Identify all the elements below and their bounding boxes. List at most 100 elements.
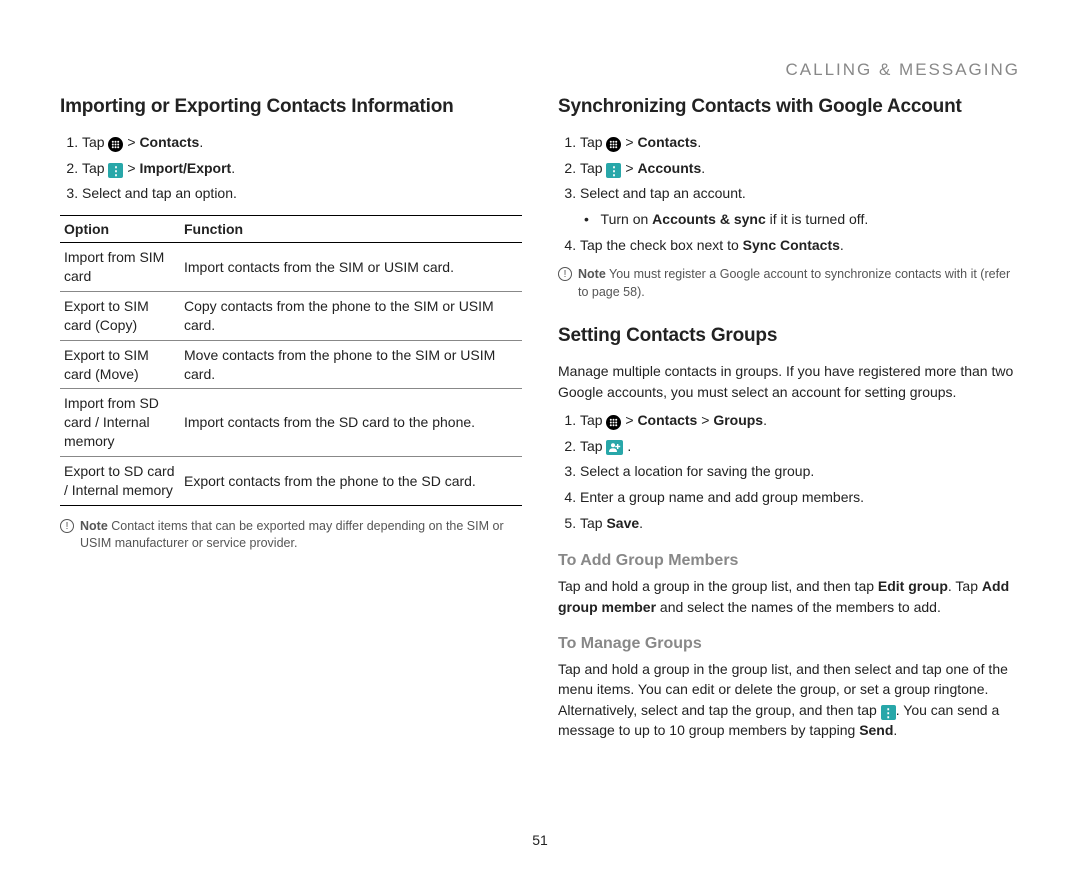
page-number: 51	[0, 832, 1080, 848]
steps-sync: Tap > Contacts. Tap ⋮ > Accounts. Select…	[558, 132, 1020, 256]
function-cell: Move contacts from the phone to the SIM …	[180, 340, 522, 389]
text: Tap and hold a group in the group list, …	[558, 578, 878, 594]
col-option: Option	[60, 216, 180, 243]
substep-list: Turn on Accounts & sync if it is turned …	[580, 209, 1020, 231]
step-2: Tap ⋮ > Import/Export.	[82, 158, 522, 180]
edit-group-label: Edit group	[878, 578, 948, 594]
table-row: Import from SD card / Internal memory Im…	[60, 389, 522, 457]
table-row: Export to SIM card (Move) Move contacts …	[60, 340, 522, 389]
text: .	[701, 160, 705, 176]
groups-intro: Manage multiple contacts in groups. If y…	[558, 361, 1020, 402]
option-cell: Import from SIM card	[60, 243, 180, 292]
save-label: Save	[606, 515, 639, 531]
text: .	[231, 160, 235, 176]
option-cell: Export to SD card / Internal memory	[60, 457, 180, 506]
note-text: Note Contact items that can be exported …	[80, 518, 522, 553]
heading-import-export: Importing or Exporting Contacts Informat…	[60, 96, 522, 118]
text: if it is turned off.	[766, 211, 868, 227]
steps-import-export: Tap > Contacts. Tap ⋮ > Import/Export. S…	[60, 132, 522, 205]
contacts-label: Contacts	[637, 134, 697, 150]
step-1: Tap > Contacts.	[580, 132, 1020, 154]
heading-groups: Setting Contacts Groups	[558, 325, 1020, 347]
note-label: Note	[578, 267, 606, 281]
text: .	[893, 722, 897, 738]
text: >	[625, 160, 637, 176]
note-text: Note You must register a Google account …	[578, 266, 1020, 301]
step-4: Tap the check box next to Sync Contacts.	[580, 235, 1020, 257]
function-cell: Import contacts from the SD card to the …	[180, 389, 522, 457]
text: Tap	[580, 515, 606, 531]
col-function: Function	[180, 216, 522, 243]
text: . Tap	[948, 578, 982, 594]
section-header: CALLING & MESSAGING	[786, 60, 1021, 80]
text: >	[697, 412, 713, 428]
right-column: Synchronizing Contacts with Google Accou…	[558, 96, 1020, 748]
heading-sync: Synchronizing Contacts with Google Accou…	[558, 96, 1020, 118]
text: Select and tap an account.	[580, 185, 746, 201]
text: and select the names of the members to a…	[656, 599, 941, 615]
note-icon: !	[558, 267, 572, 281]
function-cell: Copy contacts from the phone to the SIM …	[180, 291, 522, 340]
groups-label: Groups	[713, 412, 763, 428]
step-1: Tap > Contacts > Groups.	[580, 410, 1020, 432]
text: .	[639, 515, 643, 531]
function-cell: Import contacts from the SIM or USIM car…	[180, 243, 522, 292]
step-2: Tap .	[580, 436, 1020, 458]
content-columns: Importing or Exporting Contacts Informat…	[60, 96, 1020, 748]
function-cell: Export contacts from the phone to the SD…	[180, 457, 522, 506]
contacts-label: Contacts	[139, 134, 199, 150]
text: Turn on	[601, 211, 653, 227]
text: >	[625, 134, 637, 150]
apps-icon	[606, 415, 621, 430]
overflow-menu-icon: ⋮	[108, 163, 123, 178]
text: Tap	[580, 412, 606, 428]
options-table: Option Function Import from SIM card Imp…	[60, 215, 522, 506]
heading-manage-groups: To Manage Groups	[558, 635, 1020, 653]
note-import-export: ! Note Contact items that can be exporte…	[60, 518, 522, 553]
overflow-menu-icon: ⋮	[606, 163, 621, 178]
add-members-text: Tap and hold a group in the group list, …	[558, 576, 1020, 617]
step-1: Tap > Contacts.	[82, 132, 522, 154]
step-3: Select and tap an option.	[82, 183, 522, 205]
heading-add-members: To Add Group Members	[558, 552, 1020, 570]
text: You must register a Google account to sy…	[578, 267, 1010, 299]
step-4: Enter a group name and add group members…	[580, 487, 1020, 509]
accounts-sync-label: Accounts & sync	[652, 211, 766, 227]
text: .	[763, 412, 767, 428]
table-row: Export to SIM card (Copy) Copy contacts …	[60, 291, 522, 340]
apps-icon	[108, 137, 123, 152]
text: Tap the check box next to	[580, 237, 743, 253]
send-label: Send	[859, 722, 893, 738]
step-3: Select and tap an account. Turn on Accou…	[580, 183, 1020, 230]
accounts-label: Accounts	[637, 160, 701, 176]
text: Tap	[580, 438, 606, 454]
note-icon: !	[60, 519, 74, 533]
note-sync: ! Note You must register a Google accoun…	[558, 266, 1020, 301]
text: .	[199, 134, 203, 150]
text: >	[625, 412, 637, 428]
text: .	[840, 237, 844, 253]
table-row: Import from SIM card Import contacts fro…	[60, 243, 522, 292]
substep: Turn on Accounts & sync if it is turned …	[584, 209, 1020, 231]
sync-contacts-label: Sync Contacts	[743, 237, 840, 253]
text: Tap	[580, 160, 606, 176]
option-cell: Export to SIM card (Move)	[60, 340, 180, 389]
text: >	[127, 160, 139, 176]
import-export-label: Import/Export	[139, 160, 231, 176]
text: Tap	[82, 160, 108, 176]
manage-groups-text: Tap and hold a group in the group list, …	[558, 659, 1020, 740]
text: Tap	[82, 134, 108, 150]
note-label: Note	[80, 519, 108, 533]
left-column: Importing or Exporting Contacts Informat…	[60, 96, 522, 748]
table-row: Export to SD card / Internal memory Expo…	[60, 457, 522, 506]
step-2: Tap ⋮ > Accounts.	[580, 158, 1020, 180]
steps-groups: Tap > Contacts > Groups. Tap . Select a …	[558, 410, 1020, 534]
step-3: Select a location for saving the group.	[580, 461, 1020, 483]
text: .	[627, 438, 631, 454]
add-group-icon	[606, 440, 623, 455]
overflow-menu-icon: ⋮	[881, 705, 896, 720]
step-5: Tap Save.	[580, 513, 1020, 535]
text: >	[127, 134, 139, 150]
option-cell: Import from SD card / Internal memory	[60, 389, 180, 457]
text: .	[697, 134, 701, 150]
